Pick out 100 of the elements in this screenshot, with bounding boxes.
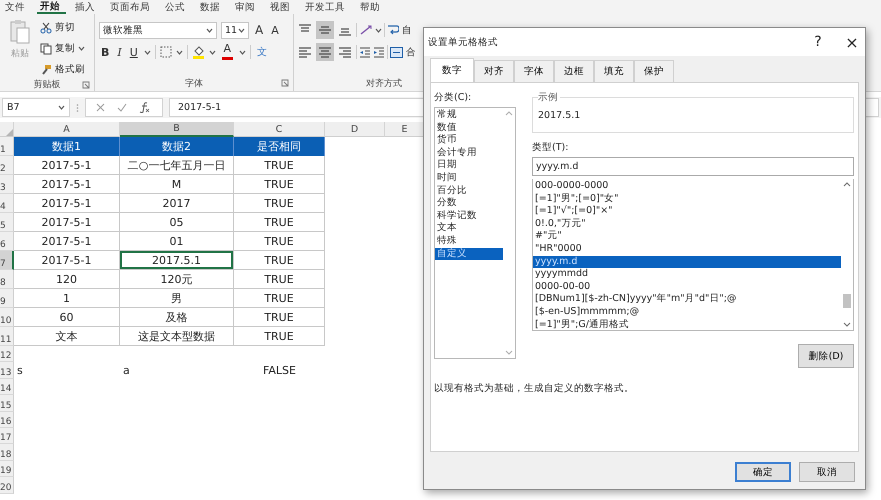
category-item[interactable]: 百分比 [435, 184, 503, 198]
row-header[interactable]: 5 [0, 213, 14, 232]
table-cell[interactable]: 2017-5-1 [14, 232, 120, 251]
italic-button[interactable]: I [115, 43, 124, 61]
dialog-button[interactable]: 取消 [799, 462, 855, 482]
table-cell[interactable]: TRUE [234, 156, 325, 175]
column-header[interactable]: E [385, 122, 425, 137]
row-header[interactable]: 19 [0, 460, 14, 478]
category-item[interactable]: 时间 [435, 172, 503, 185]
menu-tab[interactable]: 开发工具 [302, 0, 351, 14]
type-item[interactable]: yyyy.m.d [533, 256, 841, 268]
category-item[interactable]: 会计专用 [435, 146, 503, 160]
underline-button[interactable]: U [128, 43, 140, 61]
dialog-tab[interactable]: 边框 [554, 60, 594, 82]
column-header[interactable]: A [14, 122, 120, 137]
row-header[interactable]: 8 [0, 270, 14, 289]
menu-tab[interactable]: 数据 [197, 0, 226, 14]
table-cell[interactable]: 是否相同 [234, 137, 325, 156]
table-cell[interactable]: 60 [14, 308, 120, 327]
row-header[interactable]: 18 [0, 444, 14, 461]
row-header[interactable]: 16 [0, 412, 14, 428]
table-cell[interactable]: 男 [120, 289, 234, 308]
category-item[interactable]: 日期 [435, 159, 503, 172]
font-color-button[interactable]: A [220, 43, 235, 61]
format-painter-button[interactable]: 格式刷 [40, 61, 85, 78]
category-item[interactable]: 数值 [435, 122, 503, 134]
table-cell[interactable]: 120 [14, 270, 120, 289]
row-header[interactable]: 12 [0, 346, 14, 362]
category-item[interactable]: 分数 [435, 197, 503, 210]
table-cell[interactable]: TRUE [234, 308, 325, 327]
menu-tab[interactable]: 插入 [72, 0, 101, 14]
row-header[interactable]: 11 [0, 327, 14, 346]
table-cell[interactable]: TRUE [234, 175, 325, 194]
menu-tab[interactable]: 审阅 [232, 0, 261, 14]
category-item[interactable]: 特殊 [435, 234, 503, 248]
menu-tab[interactable]: 视图 [267, 0, 296, 14]
row-header[interactable]: 2 [0, 156, 14, 175]
category-item[interactable]: 科学记数 [435, 210, 503, 222]
name-box[interactable]: B7 [2, 98, 70, 117]
type-item[interactable]: [$-en-US]mmmmm;@ [533, 306, 841, 319]
type-item[interactable]: 0000-00-00 [533, 280, 841, 294]
table-cell[interactable]: TRUE [234, 194, 325, 213]
row-header[interactable]: 3 [0, 175, 14, 194]
font-name-field[interactable]: 微软雅黑 [99, 22, 217, 38]
row-header[interactable]: 4 [0, 194, 14, 213]
row-header[interactable]: 7 [0, 251, 14, 270]
scroll-thumb[interactable] [843, 294, 851, 308]
category-item[interactable]: 自定义 [435, 248, 503, 260]
table-cell[interactable]: 2017-5-1 [14, 213, 120, 232]
table-cell[interactable]: TRUE [234, 327, 325, 346]
column-header[interactable]: C [234, 122, 325, 137]
cut-button[interactable]: 剪切 [40, 19, 85, 36]
wrap-text-button[interactable]: 自 [387, 22, 412, 38]
close-button[interactable]: × [839, 32, 865, 52]
grow-font-button[interactable]: A [253, 21, 266, 39]
table-cell[interactable]: 2017-5-1 [14, 251, 120, 270]
table-cell[interactable]: 2017-5-1 [14, 175, 120, 194]
type-field[interactable]: yyyy.m.d [532, 157, 854, 176]
copy-button[interactable]: 复制 [40, 40, 85, 57]
table-cell[interactable]: TRUE [234, 270, 325, 289]
table-cell[interactable]: 05 [120, 213, 234, 232]
row-header[interactable]: 20 [0, 477, 14, 494]
type-list[interactable]: 000-0000-0000 [=1]"男";[=0]"女" [=1]"√";[=0]"×" 0!.0,"万元" #"元" "HR"0000 yyyy.m.d yyyymmdd 0000-00-00 [DBNum1][$-zh-CN]yyyy"年"m"月"d"日";@ [$-en-US]mmmmm;@ [=1]"男";G/通用格式 [532, 179, 854, 331]
table-cell[interactable]: M [120, 175, 234, 194]
help-button[interactable]: ? [805, 33, 831, 51]
type-item[interactable]: [=1]"男";G/通用格式 [533, 318, 841, 332]
dialog-tab[interactable]: 对齐 [474, 60, 514, 82]
row-header[interactable]: 6 [0, 232, 14, 251]
type-item[interactable]: [DBNum1][$-zh-CN]yyyy"年"m"月"d"日";@ [533, 293, 841, 306]
table-cell[interactable]: 2017.5.1 [120, 251, 234, 270]
type-item[interactable]: 000-0000-0000 [533, 180, 841, 193]
type-item[interactable]: #"元" [533, 230, 841, 243]
row-header[interactable]: 15 [0, 395, 14, 412]
row-header[interactable]: 17 [0, 428, 14, 444]
table-cell[interactable]: TRUE [234, 232, 325, 251]
table-cell[interactable]: 2017 [120, 194, 234, 213]
type-item[interactable]: [=1]"√";[=0]"×" [533, 205, 841, 218]
dialog-tab[interactable]: 数字 [430, 58, 474, 82]
column-header[interactable]: D [325, 122, 385, 137]
table-cell[interactable]: TRUE [234, 213, 325, 232]
row-header[interactable]: 13 [0, 362, 14, 379]
column-header[interactable]: B [120, 122, 234, 137]
menu-tab[interactable]: 页面布局 [107, 0, 156, 14]
type-item[interactable]: yyyymmdd [533, 268, 841, 281]
table-cell[interactable]: 120元 [120, 270, 234, 289]
table-cell[interactable]: s [14, 362, 120, 379]
table-cell[interactable]: 数据2 [120, 137, 234, 156]
font-size-field[interactable]: 11 [221, 22, 249, 38]
type-item[interactable]: "HR"0000 [533, 242, 841, 256]
horizontal-align-button[interactable] [316, 43, 334, 61]
table-cell[interactable]: a [120, 362, 234, 379]
row-header[interactable]: 14 [0, 378, 14, 396]
phonetic-button[interactable]: 文 [254, 43, 269, 61]
category-item[interactable]: 文本 [435, 222, 503, 235]
dialog-tab[interactable]: 保护 [634, 60, 674, 82]
shrink-font-button[interactable]: A [269, 21, 281, 39]
table-cell[interactable]: 01 [120, 232, 234, 251]
menu-tab[interactable]: 文件 [2, 0, 31, 14]
type-item[interactable]: [=1]"男";[=0]"女" [533, 192, 841, 206]
row-header[interactable]: 9 [0, 289, 14, 308]
